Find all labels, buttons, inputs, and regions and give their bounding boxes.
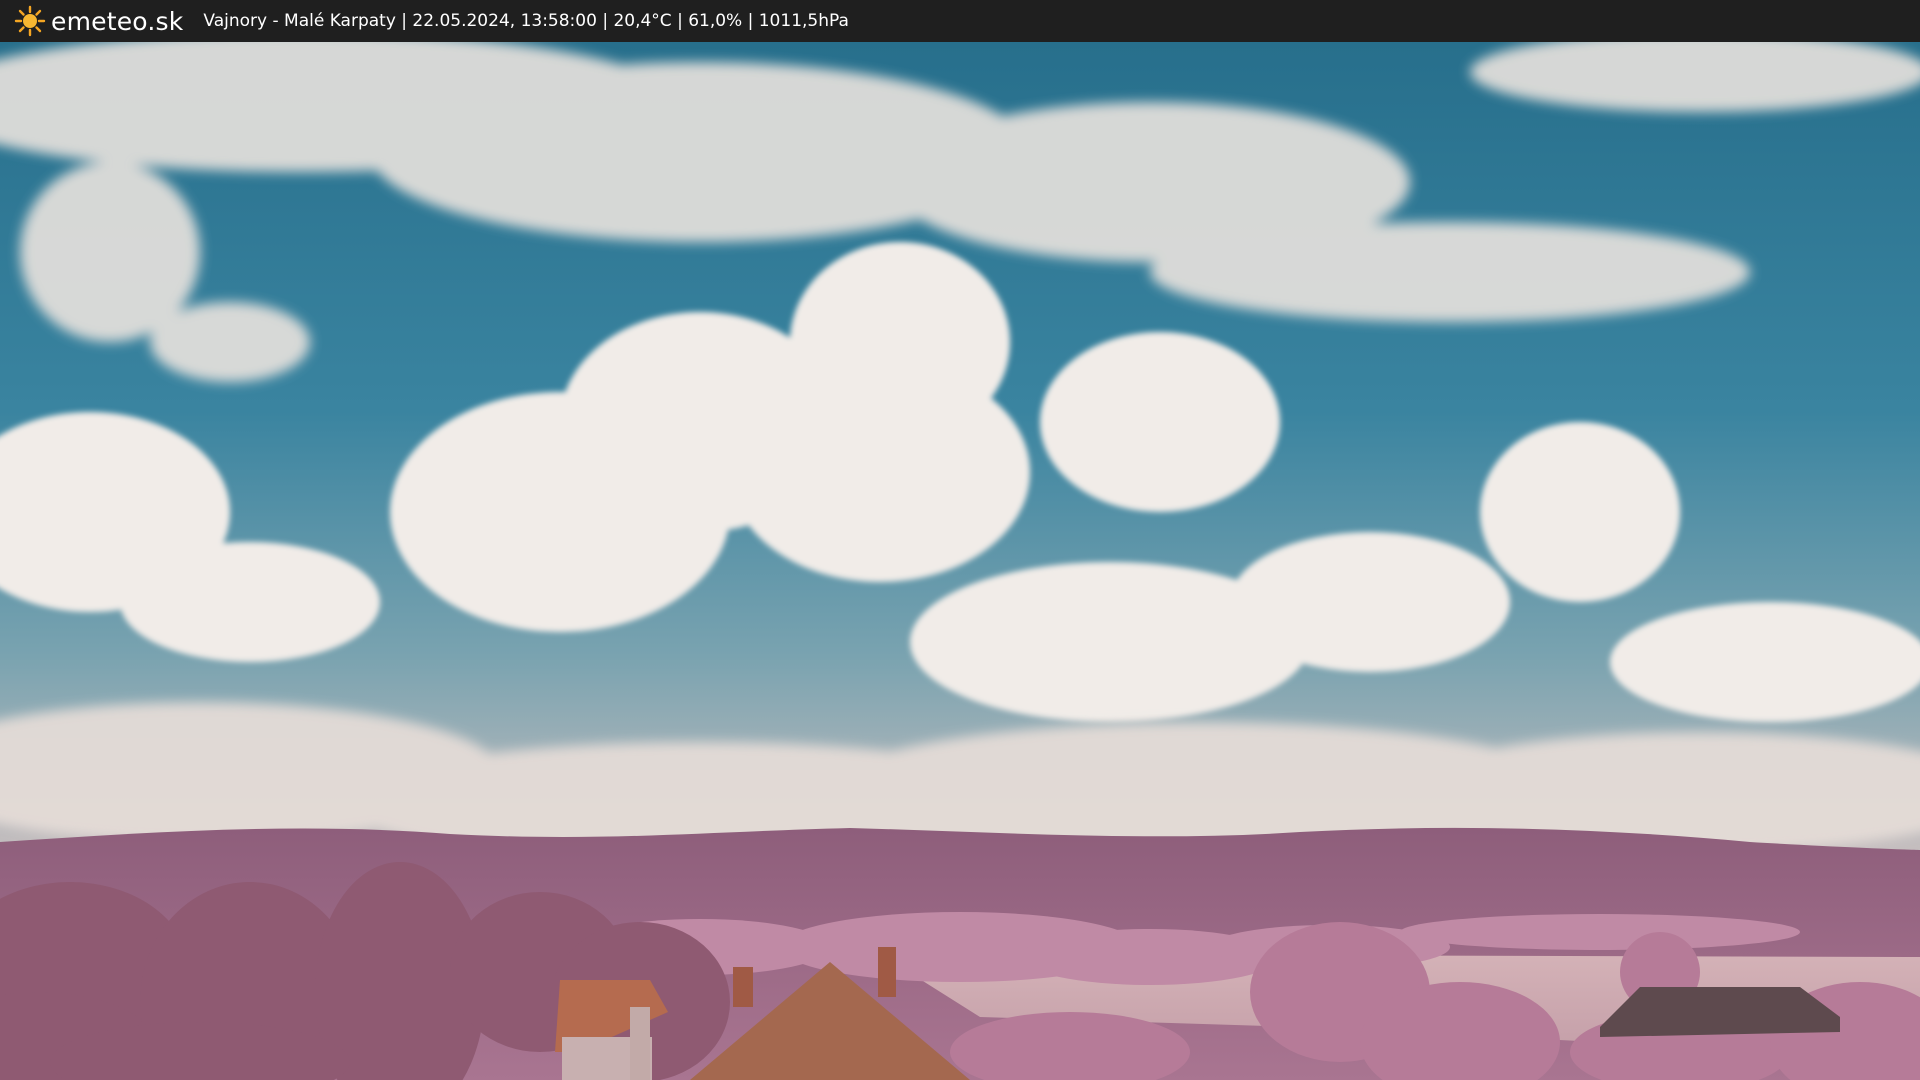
brand-name: emeteo.sk [51, 6, 184, 36]
station-readout: Vajnory - Malé Karpaty | 22.05.2024, 13:… [203, 11, 849, 31]
webcam-info-bar: emeteo.sk Vajnory - Malé Karpaty | 22.05… [0, 0, 1920, 42]
house-right [1600, 987, 1840, 1037]
emeteo-logo[interactable]: emeteo.sk [14, 0, 183, 42]
sun-icon [14, 5, 46, 37]
webcam-photo [0, 42, 1920, 1080]
webcam-frame: emeteo.sk Vajnory - Malé Karpaty | 22.05… [0, 0, 1920, 1080]
